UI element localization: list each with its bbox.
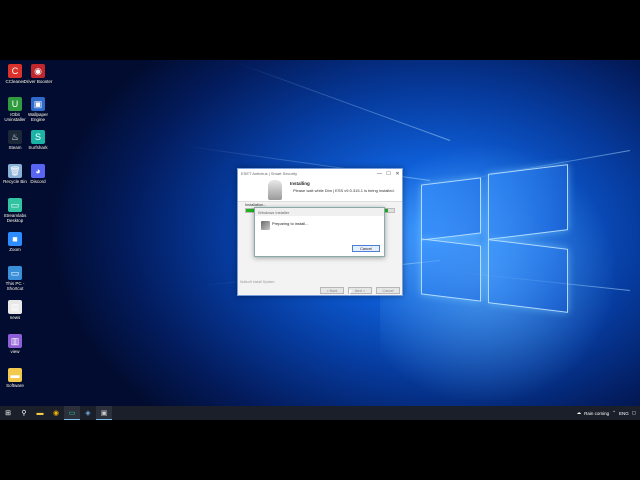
desktop-icon[interactable]: ■ Zoom	[0, 232, 30, 252]
desktop-icon-label: Zoom	[9, 247, 21, 252]
app-icon: ▤	[8, 300, 22, 314]
installer-icon	[261, 221, 270, 230]
windows-installer-dialog[interactable]: Windows Installer Preparing to install..…	[254, 207, 385, 257]
desktop-icon-label: Wallpaper Engine	[27, 112, 49, 122]
language-indicator[interactable]: ENG	[619, 411, 629, 416]
installer-header: Installing Please wait while Dim | ESS v…	[238, 178, 402, 202]
desktop-icon-label: news	[9, 315, 21, 320]
installer-titlebar[interactable]: ESET Antivirus | Smart Security — ☐ ✕	[238, 169, 402, 178]
notification-icon[interactable]: ▢	[632, 410, 636, 416]
app-icon[interactable]: ◈	[80, 406, 96, 420]
weather-text[interactable]: Rain coming	[584, 411, 609, 416]
app-icon: ◕	[31, 164, 45, 178]
tray-chevron-icon[interactable]: ⌃	[612, 410, 616, 416]
installer-subheading: Please wait while Dim | ESS v9.0.315.1 i…	[293, 188, 395, 193]
desktop-icon-label: Streamlabs Desktop	[3, 213, 27, 223]
app-icon: U	[8, 97, 22, 111]
desktop-icon-label: This PC - Shortcut	[5, 281, 25, 291]
desktop-icon[interactable]: ▣ Wallpaper Engine	[23, 97, 53, 122]
back-button[interactable]: < Back	[320, 287, 344, 294]
installer-title: ESET Antivirus | Smart Security	[241, 171, 298, 176]
weather-icon[interactable]: ☁	[577, 410, 582, 416]
installer-heading: Installing	[290, 181, 310, 186]
desktop-icon[interactable]: ▭ This PC - Shortcut	[0, 266, 30, 291]
desktop-icon[interactable]: S Surfshark	[23, 130, 53, 150]
minimize-icon[interactable]: —	[375, 171, 384, 177]
windows-logo-pane	[421, 177, 481, 241]
dialog-message: Preparing to install...	[272, 221, 309, 226]
windows-logo-pane	[488, 239, 568, 313]
app-icon: ▣	[31, 97, 45, 111]
desktop-icon-label: Software	[6, 383, 24, 388]
app-icon: S	[31, 130, 45, 144]
system-tray: ☁ Rain coming ⌃ ENG ▢	[577, 410, 640, 416]
installer-buttons: < Back Next > Cancel	[320, 287, 400, 294]
wallpaper-ray	[233, 61, 451, 141]
letterbox-bottom	[0, 420, 640, 480]
desktop-icon[interactable]: ▥ view	[0, 334, 30, 354]
streamlabs-icon[interactable]: ▭	[64, 406, 80, 420]
app-icon: 🗑	[8, 164, 22, 178]
chrome-icon[interactable]: ◉	[48, 406, 64, 420]
mouse-cursor-icon	[349, 290, 352, 296]
search-icon[interactable]: ⚲	[16, 406, 32, 420]
desktop-icon[interactable]: ◕ Discord	[23, 164, 53, 184]
app-icon: ▬	[8, 368, 22, 382]
cancel-button[interactable]: Cancel	[376, 287, 400, 294]
eset-robot-icon	[268, 180, 282, 200]
desktop-icon-label: Discord	[30, 179, 46, 184]
desktop-icon-label: view	[10, 349, 20, 354]
app-icon: ♨	[8, 130, 22, 144]
app-icon: ◉	[31, 64, 45, 78]
app-icon: ▭	[8, 198, 22, 212]
desktop-icon[interactable]: ▭ Streamlabs Desktop	[0, 198, 30, 223]
windows-logo-pane	[488, 164, 568, 240]
start-icon[interactable]: ⊞	[0, 406, 16, 420]
dialog-title: Windows Installer	[255, 208, 384, 216]
close-icon[interactable]: ✕	[393, 171, 402, 177]
nullsoft-footer: Nullsoft Install System	[240, 280, 275, 284]
app-icon: C	[8, 64, 22, 78]
desktop-icon[interactable]: ▬ Software	[0, 368, 30, 388]
file-explorer-icon[interactable]: ▬	[32, 406, 48, 420]
taskbar: ⊞ ⚲ ▬ ◉ ▭ ◈ ▣ ☁ Rain coming ⌃ ENG ▢	[0, 406, 640, 420]
desktop-icon[interactable]: ◉ Driver Booster	[23, 64, 53, 84]
desktop-icon-label: Surfshark	[28, 145, 48, 150]
app-icon: ■	[8, 232, 22, 246]
desktop-icon[interactable]: ▤ news	[0, 300, 30, 320]
dialog-cancel-button[interactable]: Cancel	[352, 245, 380, 252]
desktop-icon-label: Driver Booster	[23, 79, 53, 84]
letterbox-top	[0, 0, 640, 60]
maximize-icon[interactable]: ☐	[384, 171, 393, 177]
app-icon: ▭	[8, 266, 22, 280]
app-icon: ▥	[8, 334, 22, 348]
installer-taskbar-icon[interactable]: ▣	[96, 406, 112, 420]
windows-logo-pane	[421, 238, 481, 302]
